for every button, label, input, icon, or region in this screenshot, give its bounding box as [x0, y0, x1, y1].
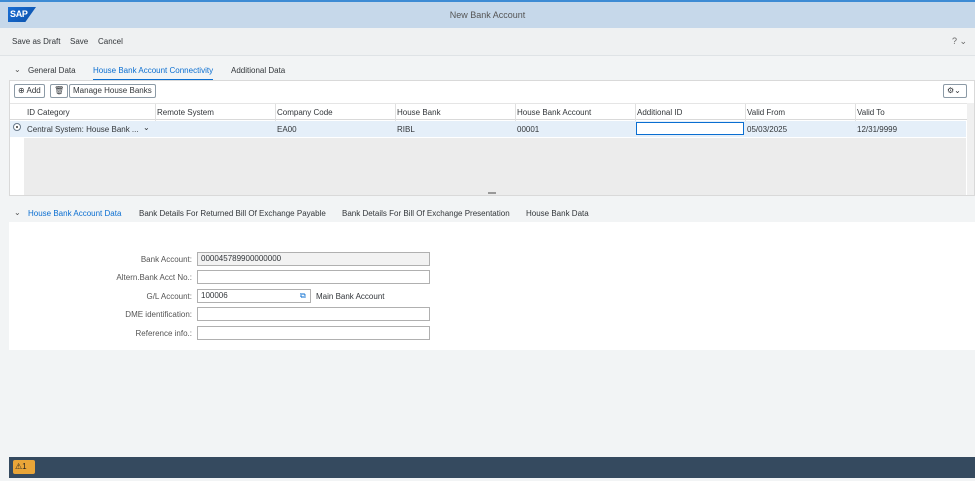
- col-remote-system[interactable]: Remote System: [157, 108, 214, 117]
- house-bank-grid: ⊕ Add 🗑 Manage House Banks ⚙⌄ ID Categor…: [9, 80, 975, 196]
- save-button[interactable]: Save: [70, 37, 88, 46]
- reference-info-label: Reference info.:: [135, 329, 192, 338]
- cell-house-bank[interactable]: RIBL: [397, 125, 415, 134]
- tab-house-bank-account-connectivity[interactable]: House Bank Account Connectivity: [93, 66, 214, 81]
- col-house-bank[interactable]: House Bank: [397, 108, 441, 117]
- cell-id-category[interactable]: Central System: House Bank ...: [27, 125, 139, 134]
- save-as-draft-button[interactable]: Save as Draft: [12, 37, 60, 46]
- splitter-handle[interactable]: [488, 192, 496, 194]
- gl-account-label: G/L Account:: [146, 292, 192, 301]
- gl-account-description: Main Bank Account: [316, 292, 385, 301]
- gl-account-field[interactable]: 100006: [197, 289, 311, 303]
- settings-dropdown-button[interactable]: ⚙⌄: [943, 84, 967, 98]
- warning-messages-button[interactable]: ⚠1: [13, 460, 35, 474]
- dme-identification-label: DME identification:: [125, 310, 192, 319]
- col-house-bank-account[interactable]: House Bank Account: [517, 108, 591, 117]
- altern-bank-acct-field[interactable]: [197, 270, 430, 284]
- col-valid-from[interactable]: Valid From: [747, 108, 785, 117]
- grid-toolbar: ⊕ Add 🗑 Manage House Banks ⚙⌄: [10, 81, 974, 103]
- add-icon: ⊕: [18, 86, 25, 95]
- cell-additional-id-input[interactable]: [636, 122, 744, 135]
- tab-bill-presentation[interactable]: Bank Details For Bill Of Exchange Presen…: [342, 209, 510, 222]
- tab-house-bank-data[interactable]: House Bank Data: [526, 209, 589, 222]
- add-button[interactable]: ⊕ Add: [14, 84, 45, 98]
- status-bar: ⚠1: [9, 457, 975, 478]
- col-company-code[interactable]: Company Code: [277, 108, 333, 117]
- top-tab-bar: ⌄ General Data House Bank Account Connec…: [0, 62, 975, 81]
- bank-account-label: Bank Account:: [140, 255, 192, 264]
- window-title: New Bank Account: [449, 10, 526, 20]
- title-bar: SAP New Bank Account: [0, 0, 975, 28]
- table-row[interactable]: Central System: House Bank ... ⌄ EA00 RI…: [10, 121, 966, 137]
- cell-valid-from[interactable]: 05/03/2025: [747, 125, 787, 134]
- trash-icon: 🗑: [54, 86, 65, 95]
- col-additional-id[interactable]: Additional ID: [637, 108, 682, 117]
- house-bank-account-form: Bank Account: 000045789900000000 Altern.…: [9, 222, 975, 350]
- delete-button[interactable]: 🗑: [50, 84, 69, 98]
- cancel-button[interactable]: Cancel: [98, 37, 123, 46]
- row-selector-radio[interactable]: [13, 123, 21, 131]
- reference-info-field[interactable]: [197, 326, 430, 340]
- grid-header: ID Category Remote System Company Code H…: [10, 103, 974, 121]
- dme-identification-field[interactable]: [197, 307, 430, 321]
- tab-additional-data[interactable]: Additional Data: [231, 66, 285, 79]
- bank-account-field[interactable]: 000045789900000000: [197, 252, 430, 266]
- help-icon[interactable]: ? ⌄: [952, 36, 967, 47]
- altern-bank-acct-label: Altern.Bank Acct No.:: [116, 273, 192, 282]
- value-help-icon[interactable]: ⧉: [300, 291, 306, 301]
- cell-company-code[interactable]: EA00: [277, 125, 297, 134]
- detail-tab-bar: ⌄ House Bank Account Data Bank Details F…: [0, 205, 975, 224]
- settings-icon: ⚙⌄: [947, 86, 961, 95]
- chevron-down-icon[interactable]: ⌄: [14, 65, 21, 74]
- manage-house-banks-button[interactable]: Manage House Banks: [69, 84, 156, 98]
- toolbar: Save as Draft Save Cancel ? ⌄: [0, 28, 975, 56]
- chevron-down-icon[interactable]: ⌄: [14, 208, 21, 217]
- grid-empty-area: [24, 138, 966, 195]
- vertical-scrollbar[interactable]: [967, 103, 974, 195]
- cell-house-bank-account[interactable]: 00001: [517, 125, 539, 134]
- tab-returned-bill-payable[interactable]: Bank Details For Returned Bill Of Exchan…: [139, 209, 326, 222]
- tab-general-data[interactable]: General Data: [28, 66, 76, 79]
- col-valid-to[interactable]: Valid To: [857, 108, 885, 117]
- cell-valid-to[interactable]: 12/31/9999: [857, 125, 897, 134]
- warning-count: 1: [22, 462, 27, 471]
- col-id-category[interactable]: ID Category: [27, 108, 70, 117]
- add-label: Add: [26, 86, 41, 95]
- dropdown-chevron-icon[interactable]: ⌄: [143, 123, 150, 132]
